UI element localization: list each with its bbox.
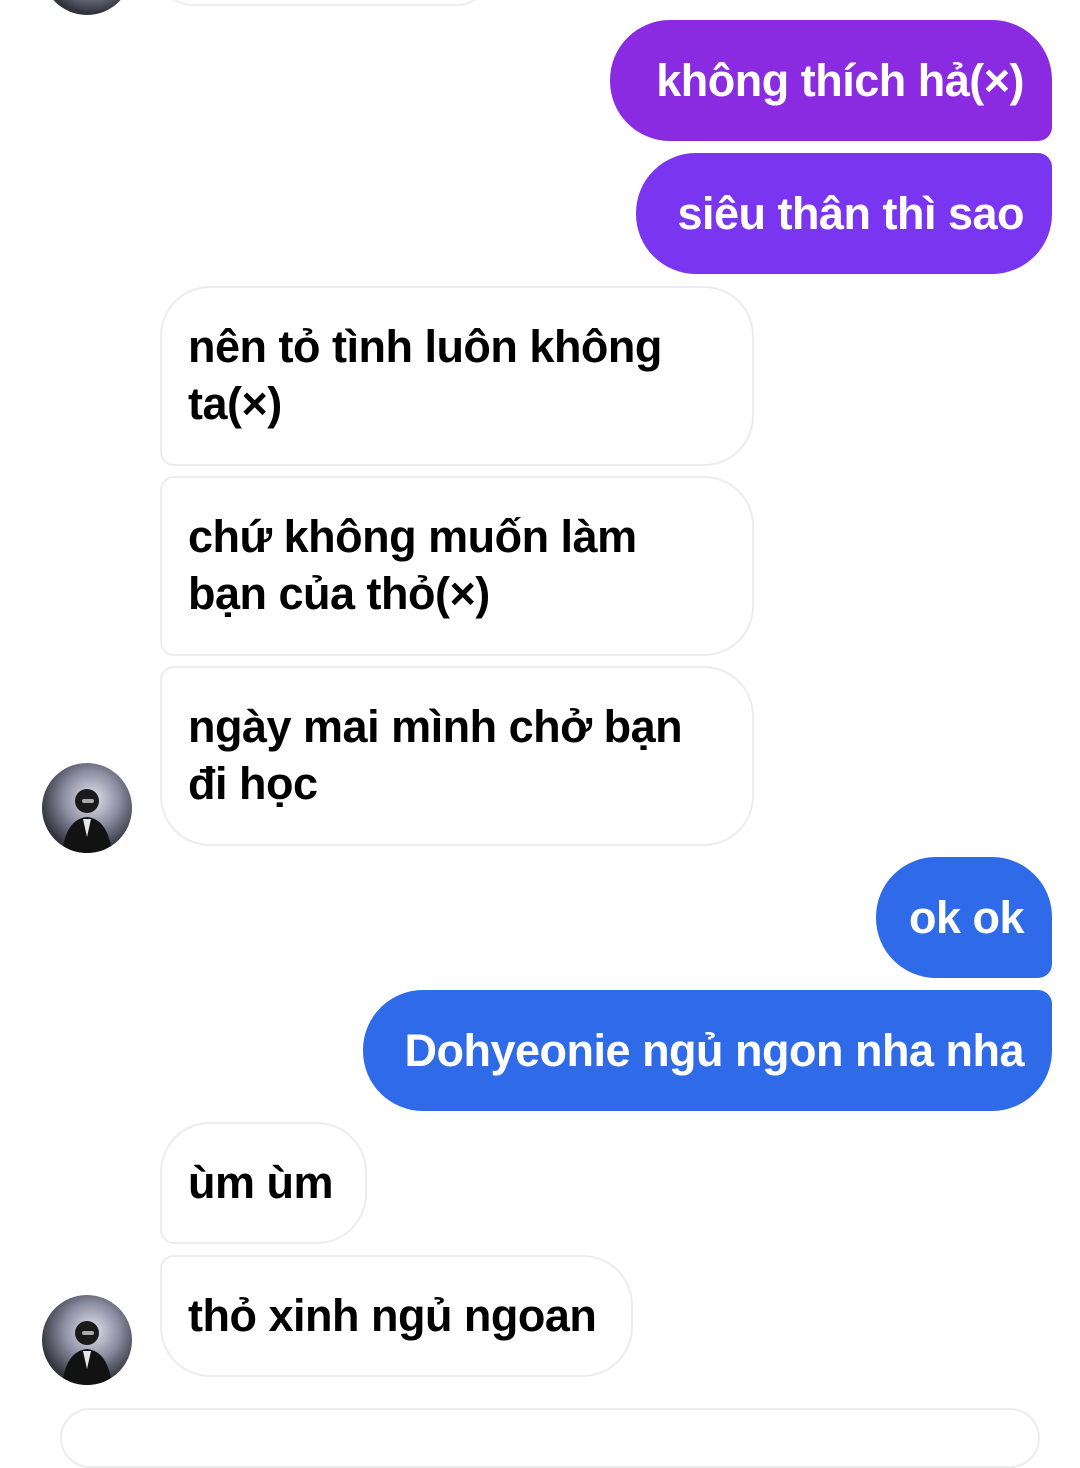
person-photo-icon bbox=[62, 1321, 112, 1385]
person-photo-icon bbox=[62, 789, 112, 853]
contact-avatar[interactable] bbox=[42, 763, 132, 853]
message-composer-partial[interactable] bbox=[60, 1408, 1040, 1468]
message-bubble-received[interactable]: ngày mai mình chở bạn đi học bbox=[160, 666, 754, 846]
message-bubble-received[interactable]: thỏ xinh ngủ ngoan bbox=[160, 1255, 633, 1377]
message-bubble-sent[interactable]: Dohyeonie ngủ ngon nha nha bbox=[363, 990, 1052, 1111]
message-text-line: nên tỏ tình luôn không bbox=[188, 321, 662, 372]
message-text: Dohyeonie ngủ ngon nha nha bbox=[404, 1025, 1025, 1076]
message-text-line: chứ không muốn làm bbox=[188, 511, 637, 562]
message-bubble-received[interactable]: ùm ùm bbox=[160, 1122, 367, 1244]
message-bubble-received-partial[interactable] bbox=[160, 0, 490, 6]
message-text-line: đi học bbox=[188, 758, 318, 809]
message-text: thỏ xinh ngủ ngoan bbox=[188, 1290, 597, 1341]
message-text: ok ok bbox=[908, 892, 1025, 943]
message-bubble-received[interactable]: chứ không muốn làm bạn của thỏ(×) bbox=[160, 476, 754, 656]
message-text: siêu thân thì sao bbox=[677, 188, 1024, 239]
message-bubble-sent[interactable]: không thích hả(×) bbox=[610, 20, 1052, 141]
message-text: không thích hả(×) bbox=[656, 55, 1024, 106]
message-bubble-sent[interactable]: siêu thân thì sao bbox=[636, 153, 1052, 274]
message-bubble-received[interactable]: nên tỏ tình luôn không ta(×) bbox=[160, 286, 754, 466]
message-text-line: ta(×) bbox=[188, 378, 282, 429]
message-text-line: bạn của thỏ(×) bbox=[188, 568, 490, 619]
message-text: ùm ùm bbox=[188, 1157, 334, 1208]
message-text-line: ngày mai mình chở bạn bbox=[188, 701, 683, 752]
contact-avatar[interactable] bbox=[42, 1295, 132, 1385]
contact-avatar-top[interactable] bbox=[42, 0, 132, 15]
message-bubble-sent[interactable]: ok ok bbox=[876, 857, 1052, 978]
